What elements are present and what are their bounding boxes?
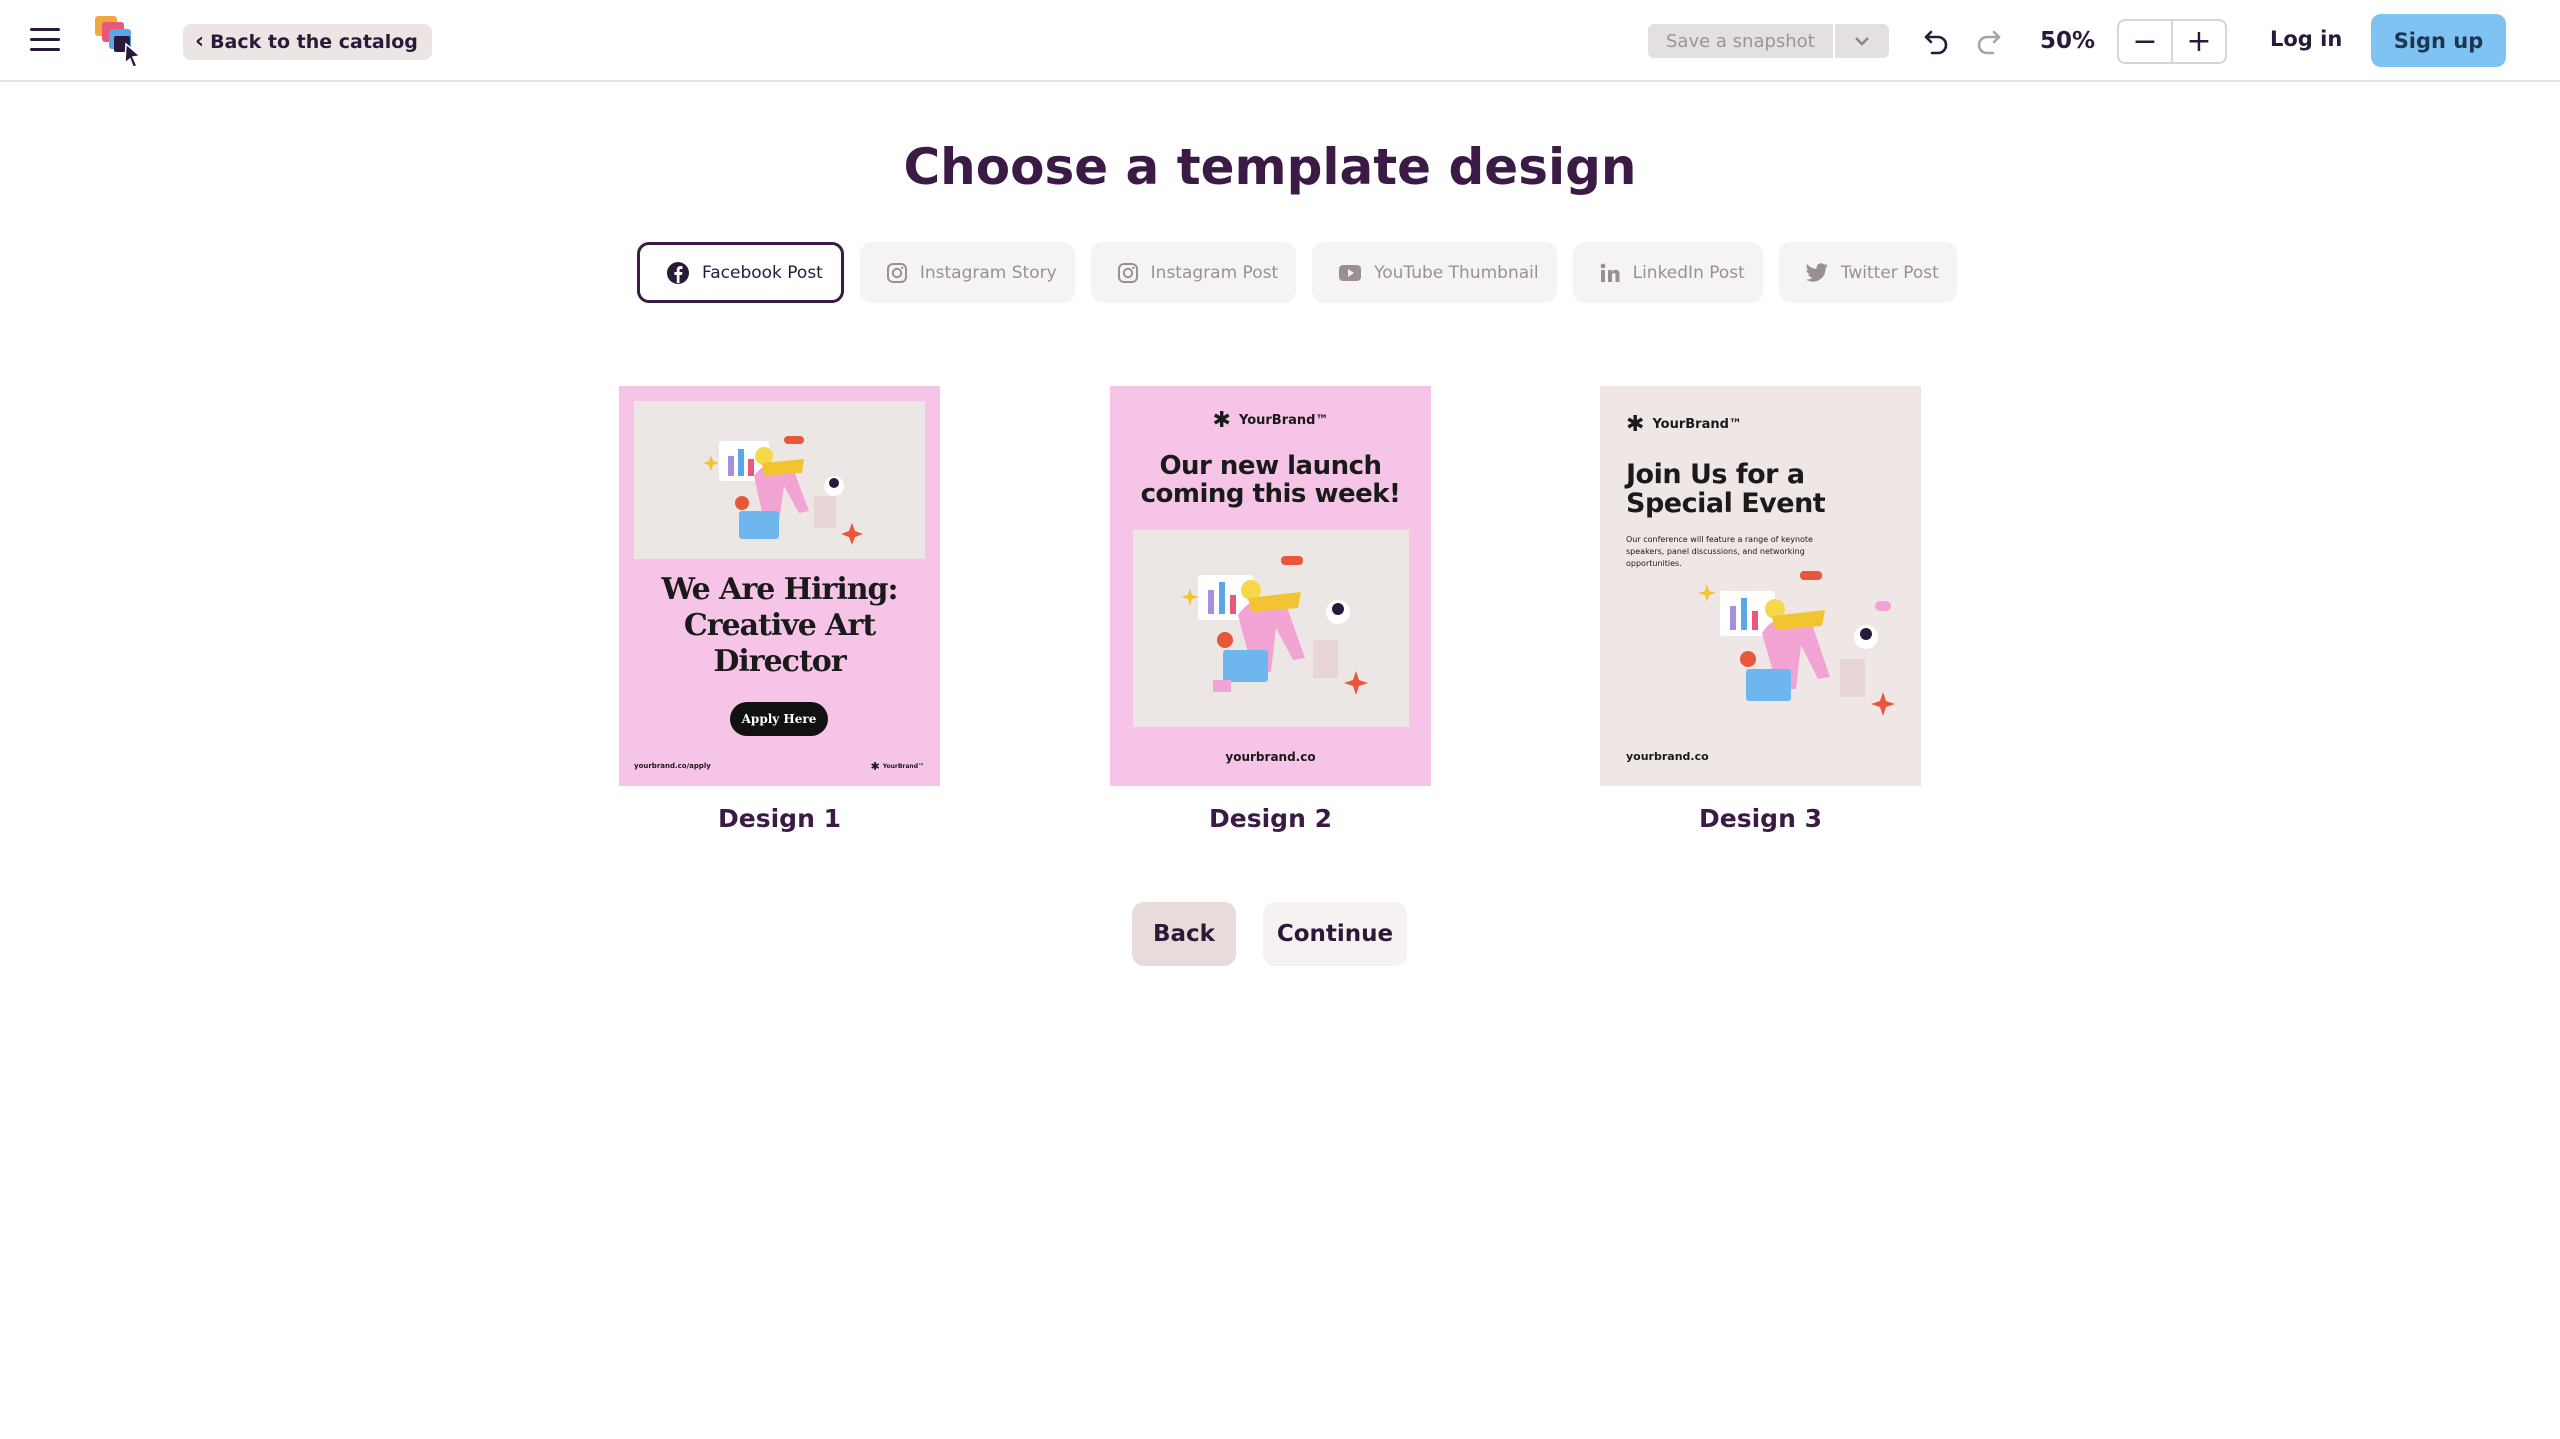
tab-label: Facebook Post <box>702 262 823 283</box>
design-3-brand: ✱ YourBrand™ <box>1626 412 1742 437</box>
tab-label: YouTube Thumbnail <box>1374 262 1539 283</box>
continue-button[interactable]: Continue <box>1263 902 1407 966</box>
format-tabs: Facebook Post Instagram Story Instagram … <box>637 242 1957 303</box>
zoom-out-button[interactable]: − <box>2119 21 2173 62</box>
design-card-2[interactable]: ✱ YourBrand™ Our new launch coming this … <box>1110 386 1431 833</box>
linkedin-icon <box>1600 263 1620 282</box>
tab-label: Twitter Post <box>1840 262 1939 283</box>
page-title: Choose a template design <box>903 138 1637 196</box>
back-to-catalog-label: Back to the catalog <box>210 31 418 53</box>
tab-linkedin-post[interactable]: LinkedIn Post <box>1572 242 1763 303</box>
design-1-brand-label: YourBrand™ <box>882 763 924 770</box>
save-snapshot-button[interactable]: Save a snapshot <box>1648 24 1833 58</box>
illustration-image <box>634 401 925 559</box>
signup-button[interactable]: Sign up <box>2371 14 2506 67</box>
person-laptop-illustration <box>1181 556 1368 695</box>
back-to-catalog-button[interactable]: ‹ Back to the catalog <box>183 24 432 60</box>
person-laptop-illustration <box>1698 571 1895 716</box>
twitter-icon <box>1805 262 1828 282</box>
menu-icon[interactable] <box>30 28 60 54</box>
design-3-label: Design 3 <box>1699 804 1822 833</box>
facebook-icon <box>667 261 689 284</box>
tab-twitter-post[interactable]: Twitter Post <box>1778 242 1957 303</box>
app-logo[interactable] <box>92 12 150 70</box>
person-laptop-illustration <box>703 436 863 545</box>
design-2-footer: yourbrand.co <box>1225 750 1316 764</box>
asterisk-logo-icon: ✱ <box>870 760 880 773</box>
design-card-1[interactable]: We Are Hiring: Creative Art Director App… <box>619 386 940 833</box>
design-2-brand: ✱ YourBrand™ <box>1110 408 1431 433</box>
tab-label: Instagram Post <box>1150 262 1279 283</box>
tab-instagram-post[interactable]: Instagram Post <box>1090 242 1297 303</box>
design-1-footer-brand: ✱ YourBrand™ <box>870 760 924 773</box>
design-3-preview: ✱ YourBrand™ Join Us for a Special Event… <box>1600 386 1921 786</box>
top-bar: ‹ Back to the catalog Save a snapshot 50… <box>0 0 2560 82</box>
design-2-brand-label: YourBrand™ <box>1238 413 1329 428</box>
zoom-level: 50% <box>2040 28 2096 54</box>
chevron-left-icon: ‹ <box>195 29 205 54</box>
illustration-image <box>1133 530 1409 727</box>
tab-label: LinkedIn Post <box>1632 262 1745 283</box>
design-1-label: Design 1 <box>718 804 841 833</box>
design-1-footer-url: yourbrand.co/apply <box>634 762 711 770</box>
design-1-headline: We Are Hiring: Creative Art Director <box>661 572 898 679</box>
design-2-preview: ✱ YourBrand™ Our new launch coming this … <box>1110 386 1431 786</box>
design-2-label: Design 2 <box>1209 804 1332 833</box>
undo-icon <box>1924 30 1948 55</box>
zoom-in-button[interactable]: + <box>2173 21 2225 62</box>
design-1-cta-button: Apply Here <box>730 702 828 736</box>
redo-icon <box>1977 30 2001 55</box>
youtube-icon <box>1339 264 1362 281</box>
redo-button[interactable] <box>1970 22 2008 60</box>
design-3-footer: yourbrand.co <box>1626 750 1709 763</box>
zoom-controls: − + <box>2117 19 2227 64</box>
login-link[interactable]: Log in <box>2270 27 2342 51</box>
undo-button[interactable] <box>1917 22 1955 60</box>
tab-label: Instagram Story <box>919 262 1057 283</box>
design-3-brand-label: YourBrand™ <box>1652 417 1742 432</box>
asterisk-logo-icon: ✱ <box>1626 412 1645 437</box>
design-3-headline: Join Us for a Special Event <box>1626 459 1826 519</box>
snapshot-dropdown-button[interactable] <box>1832 24 1889 58</box>
design-card-3[interactable]: ✱ YourBrand™ Join Us for a Special Event… <box>1600 386 1921 833</box>
design-1-preview: We Are Hiring: Creative Art Director App… <box>619 386 940 786</box>
asterisk-logo-icon: ✱ <box>1212 408 1231 433</box>
chevron-down-icon <box>1854 37 1869 46</box>
save-snapshot-control: Save a snapshot <box>1648 24 1889 58</box>
tab-instagram-story[interactable]: Instagram Story <box>859 242 1075 303</box>
back-button[interactable]: Back <box>1132 902 1236 966</box>
design-3-body: Our conference will feature a range of k… <box>1626 535 1813 568</box>
instagram-icon <box>1117 262 1138 283</box>
design-2-headline: Our new launch coming this week! <box>1140 451 1401 509</box>
instagram-icon <box>886 262 907 283</box>
tab-youtube-thumbnail[interactable]: YouTube Thumbnail <box>1312 242 1557 303</box>
tab-facebook-post[interactable]: Facebook Post <box>637 242 844 303</box>
